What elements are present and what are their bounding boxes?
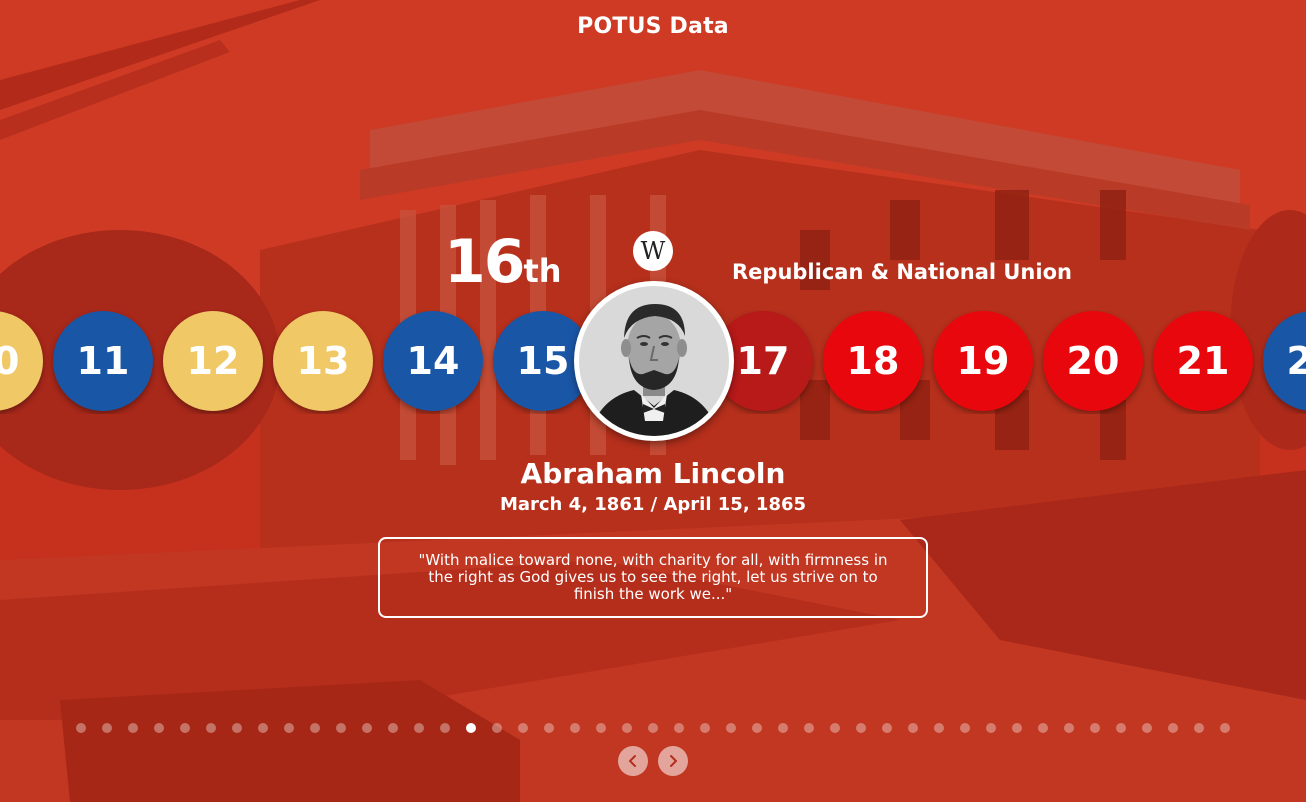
president-circle-19[interactable]: 19 [933, 311, 1033, 411]
pagination-dot[interactable] [1168, 723, 1178, 733]
pagination-dot[interactable] [726, 723, 736, 733]
president-circle-14[interactable]: 14 [383, 311, 483, 411]
pagination-dot[interactable] [206, 723, 216, 733]
pagination-dot[interactable] [674, 723, 684, 733]
pagination-dot[interactable] [180, 723, 190, 733]
pagination-dot[interactable] [414, 723, 424, 733]
pagination-dot[interactable] [102, 723, 112, 733]
pagination-dot[interactable] [856, 723, 866, 733]
pagination-dot[interactable] [1142, 723, 1152, 733]
pagination-dot[interactable] [362, 723, 372, 733]
president-circle-21[interactable]: 21 [1153, 311, 1253, 411]
wikipedia-icon: W [640, 237, 666, 265]
president-circle-11[interactable]: 11 [53, 311, 153, 411]
pagination-dot[interactable] [492, 723, 502, 733]
president-circle-12[interactable]: 12 [163, 311, 263, 411]
pagination-dot[interactable] [466, 723, 476, 733]
pagination-dot[interactable] [1116, 723, 1126, 733]
pagination-dot[interactable] [232, 723, 242, 733]
pagination-dot[interactable] [830, 723, 840, 733]
pagination-dot[interactable] [986, 723, 996, 733]
pagination-dot[interactable] [518, 723, 528, 733]
chevron-right-icon [670, 755, 677, 767]
president-circle-18[interactable]: 18 [823, 311, 923, 411]
president-circle-10[interactable]: 10 [0, 311, 43, 411]
pagination-dot[interactable] [336, 723, 346, 733]
ordinal-suffix: th [523, 252, 562, 290]
pagination-dot[interactable] [622, 723, 632, 733]
pagination-dot[interactable] [570, 723, 580, 733]
quote-box: "With malice toward none, with charity f… [378, 537, 928, 618]
pagination-dot[interactable] [752, 723, 762, 733]
pagination-dot[interactable] [1012, 723, 1022, 733]
president-circle-22[interactable]: 22 [1263, 311, 1306, 411]
pagination-dot[interactable] [778, 723, 788, 733]
president-name: Abraham Lincoln [520, 457, 786, 490]
pagination-dot[interactable] [804, 723, 814, 733]
chevron-left-icon [629, 755, 636, 767]
prev-button[interactable] [618, 746, 648, 776]
president-circle-20[interactable]: 20 [1043, 311, 1143, 411]
pagination-dot[interactable] [1064, 723, 1074, 733]
pagination-dot[interactable] [440, 723, 450, 733]
pagination-dot[interactable] [388, 723, 398, 733]
pagination-dot[interactable] [934, 723, 944, 733]
pagination-dot[interactable] [1220, 723, 1230, 733]
pagination-dot[interactable] [648, 723, 658, 733]
pagination-dot[interactable] [76, 723, 86, 733]
pagination-dot[interactable] [1038, 723, 1048, 733]
pagination-dot[interactable] [128, 723, 138, 733]
president-portrait[interactable] [574, 281, 734, 441]
pagination-dot[interactable] [960, 723, 970, 733]
pagination-dot[interactable] [154, 723, 164, 733]
ordinal-number: 16 [444, 227, 525, 297]
pagination-dot[interactable] [544, 723, 554, 733]
quote-text: "With malice toward none, with charity f… [418, 551, 888, 603]
term-dates: March 4, 1861 / April 15, 1865 [499, 494, 807, 515]
wikipedia-link-button[interactable]: W [633, 231, 673, 271]
next-button[interactable] [658, 746, 688, 776]
pagination-dot[interactable] [284, 723, 294, 733]
pagination-dot[interactable] [882, 723, 892, 733]
party-name: Republican & National Union [732, 260, 1072, 284]
president-ordinal: 16th [444, 232, 562, 292]
pagination-dot[interactable] [908, 723, 918, 733]
pagination-dot[interactable] [310, 723, 320, 733]
president-circle-13[interactable]: 13 [273, 311, 373, 411]
pagination-dot[interactable] [1090, 723, 1100, 733]
pagination-dot[interactable] [258, 723, 268, 733]
pagination-dot[interactable] [596, 723, 606, 733]
pagination-dot[interactable] [700, 723, 710, 733]
site-title: POTUS Data [577, 14, 729, 39]
pagination-dot[interactable] [1194, 723, 1204, 733]
portrait-image [579, 286, 729, 436]
